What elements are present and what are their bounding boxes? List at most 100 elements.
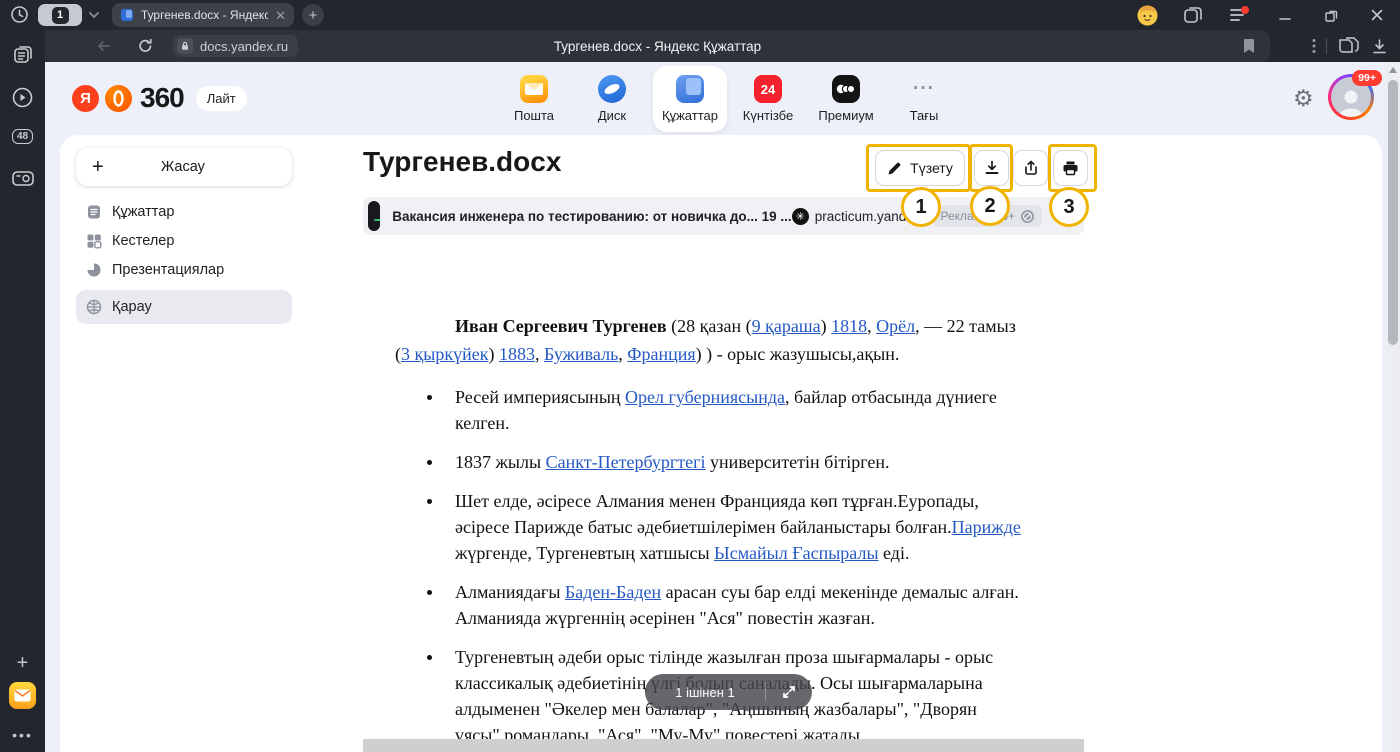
menu-notification-dot (1241, 6, 1249, 14)
new-tab-button[interactable]: + (302, 4, 324, 26)
annotation-label-1: 1 (901, 187, 941, 227)
annotation-box-2 (969, 144, 1013, 192)
practicum-icon: ✳ (792, 208, 809, 225)
nav-item-disk[interactable]: Диск (575, 66, 649, 132)
speed-badge[interactable]: 48 (0, 129, 45, 144)
calendar-app-icon: 24 (754, 75, 782, 103)
doc-hyperlink[interactable]: 1883 (499, 344, 535, 364)
profile-avatar[interactable]: 99+ (1328, 74, 1374, 120)
doc-hyperlink[interactable]: Франция (627, 344, 695, 364)
ad-thumbnail (368, 201, 380, 231)
doc-hyperlink[interactable]: Баден-Баден (565, 582, 661, 602)
docs-sidebar: Құжаттар Кестелер Презентациялар Қарау (76, 197, 292, 324)
nav-item-premium[interactable]: Премиум (809, 66, 883, 132)
more-apps-icon: ··· (910, 75, 938, 103)
settings-gear-icon[interactable]: ⚙ (1293, 86, 1314, 112)
doc-bullet: Алманиядағы Баден-Баден арасан суы бар е… (455, 579, 1022, 631)
doc-hyperlink[interactable]: 3 қыркүйек (401, 344, 488, 364)
share-button[interactable] (1013, 150, 1048, 186)
nav-item-more[interactable]: ··· Тағы (887, 66, 961, 132)
doc-text: университетін бітірген. (706, 452, 890, 472)
yandex-360-logo[interactable]: Я 360 Лайт (72, 82, 247, 114)
nav-item-mail[interactable]: Пошта (497, 66, 571, 132)
nav-item-documents[interactable]: Құжаттар (653, 66, 727, 132)
browser-tab[interactable]: Тургенев.docx - Яндекс ✕ (112, 3, 294, 27)
toolbar-divider (1326, 38, 1327, 54)
presentations-icon (86, 262, 102, 278)
address-more-icon[interactable] (1312, 38, 1316, 54)
nav-item-calendar[interactable]: 24 Күнтізбе (731, 66, 805, 132)
downloads-icon[interactable] (1371, 38, 1388, 55)
premium-app-icon (832, 75, 860, 103)
doc-hyperlink[interactable]: Парижде (952, 517, 1021, 537)
doc-hyperlink[interactable]: Орёл (876, 316, 915, 336)
lock-icon[interactable] (177, 38, 193, 54)
doc-hyperlink[interactable]: Орел губерниясында (625, 387, 785, 407)
profile-avatar-small[interactable] (1124, 0, 1170, 30)
browser-address-row: docs.yandex.ru Тургенев.docx - Яндекс Құ… (45, 30, 1400, 62)
annotation-box-1 (866, 144, 971, 192)
tab-close-icon[interactable]: ✕ (275, 9, 286, 22)
doc-bullet: 1837 жылы Санкт-Петербургтегі университе… (455, 449, 1022, 475)
screenshot-icon[interactable] (0, 168, 45, 188)
tab-title: Тургенев.docx - Яндекс (141, 8, 268, 22)
doc-text: еді. (879, 543, 910, 563)
panel-more-icon[interactable]: ••• (0, 727, 45, 743)
collections-icon[interactable] (1337, 36, 1361, 56)
page-scrollbar[interactable] (1386, 62, 1400, 752)
doc-text: 1837 жылы (455, 452, 546, 472)
url-chip[interactable]: docs.yandex.ru (173, 35, 298, 57)
sidebar-item-tables[interactable]: Кестелер (76, 226, 292, 255)
services-nav: Пошта Диск Құжаттар 24 Күнтізбе Премиум … (497, 66, 961, 132)
scrollbar-thumb[interactable] (1388, 80, 1398, 345)
address-bar[interactable]: docs.yandex.ru Тургенев.docx - Яндекс Құ… (45, 30, 1270, 62)
doc-hyperlink[interactable]: Ысмайыл Ғаспыралы (714, 543, 879, 563)
content-card: + Жасау Құжаттар Кестелер Презентациялар… (60, 135, 1382, 752)
doc-text: ) (488, 344, 499, 364)
doc-text: , (535, 344, 544, 364)
fullscreen-expand-icon[interactable] (766, 684, 812, 700)
reload-icon[interactable] (137, 38, 154, 54)
plus-icon: + (92, 156, 104, 179)
sidebar-item-documents[interactable]: Құжаттар (76, 197, 292, 226)
back-icon[interactable] (95, 38, 112, 54)
bookmark-icon[interactable] (1242, 38, 1256, 54)
doc-text: Иван Сергеевич Тургенев (455, 316, 667, 336)
tab-counter[interactable]: 1 (38, 4, 82, 26)
doc-hyperlink[interactable]: Санкт-Петербургтегі (546, 452, 706, 472)
doc-bullet: Шет елде, әсіресе Алмания менен Францияд… (455, 488, 1022, 566)
feed-icon[interactable] (0, 44, 45, 66)
brand-badge: Лайт (196, 86, 247, 111)
sidebar-item-presentations[interactable]: Презентациялар (76, 255, 292, 284)
video-icon[interactable] (0, 86, 45, 109)
annotation-label-3: 3 (1049, 187, 1089, 227)
doc-hyperlink[interactable]: 9 қараша (752, 316, 821, 336)
ad-info-icon[interactable] (1021, 210, 1034, 223)
doc-text: ) ) - орыс жазушысы,ақын. (696, 344, 900, 364)
window-restore-button[interactable] (1308, 0, 1354, 30)
doc-hyperlink[interactable]: Буживаль (544, 344, 618, 364)
yandex-mail-icon[interactable] (0, 682, 45, 709)
page-indicator-pill: 1 ішінен 1 (645, 674, 812, 710)
window-close-button[interactable] (1354, 0, 1400, 30)
documents-icon (86, 204, 102, 220)
globe-icon (86, 299, 102, 315)
doc-text: Шет елде, әсіресе Алмания менен Францияд… (455, 491, 979, 537)
document-title: Тургенев.docx (363, 146, 561, 178)
yandex-logo-icon: Я (72, 85, 99, 112)
360-logo-icon (105, 85, 132, 112)
mail-app-icon (520, 75, 548, 103)
browser-menu-icon[interactable] (1216, 0, 1262, 30)
doc-text: жүргенде, Тургеневтың хатшысы (455, 543, 714, 563)
panel-add-icon[interactable]: + (0, 652, 45, 675)
doc-text: , (867, 316, 876, 336)
history-clock-icon[interactable] (10, 5, 29, 24)
scrollbar-up-arrow[interactable] (1389, 67, 1397, 73)
create-button[interactable]: + Жасау (76, 148, 292, 186)
window-minimize-button[interactable] (1262, 0, 1308, 30)
sidebar-item-view[interactable]: Қарау (76, 290, 292, 324)
doc-hyperlink[interactable]: 1818 (831, 316, 867, 336)
tab-list-chevron-icon[interactable] (88, 9, 100, 21)
tab-groups-icon[interactable] (1170, 0, 1216, 30)
browser-side-panel: 48 + ••• (0, 30, 45, 752)
